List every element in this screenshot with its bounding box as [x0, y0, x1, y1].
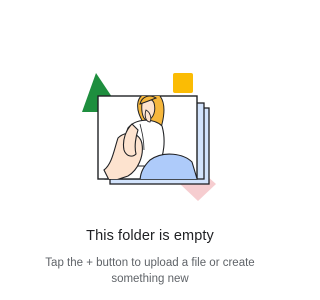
empty-state-message: Tap the + button to upload a file or cre…: [45, 257, 255, 285]
empty-state-title: This folder is empty: [86, 228, 214, 244]
yellow-square-shape: [173, 73, 193, 93]
empty-folder-illustration: [82, 73, 216, 201]
